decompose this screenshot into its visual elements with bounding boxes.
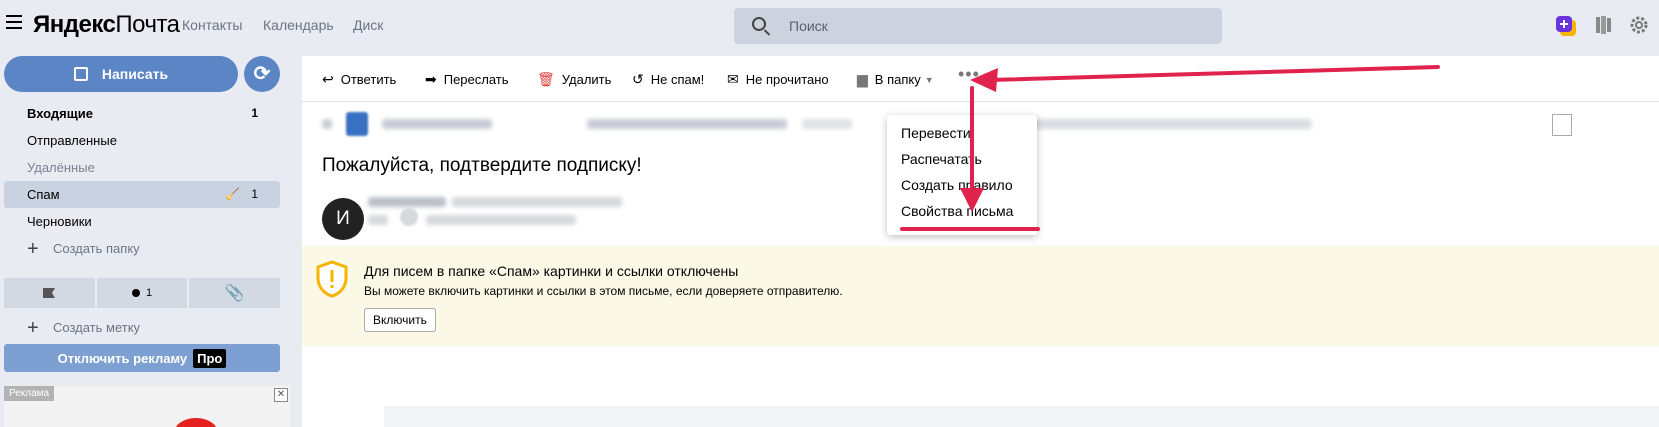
annotation-arrows: [960, 65, 1440, 212]
annotation-arrowhead: [960, 188, 984, 212]
annotation-arrow-line: [988, 65, 1440, 82]
annotation-arrowhead: [970, 68, 998, 92]
